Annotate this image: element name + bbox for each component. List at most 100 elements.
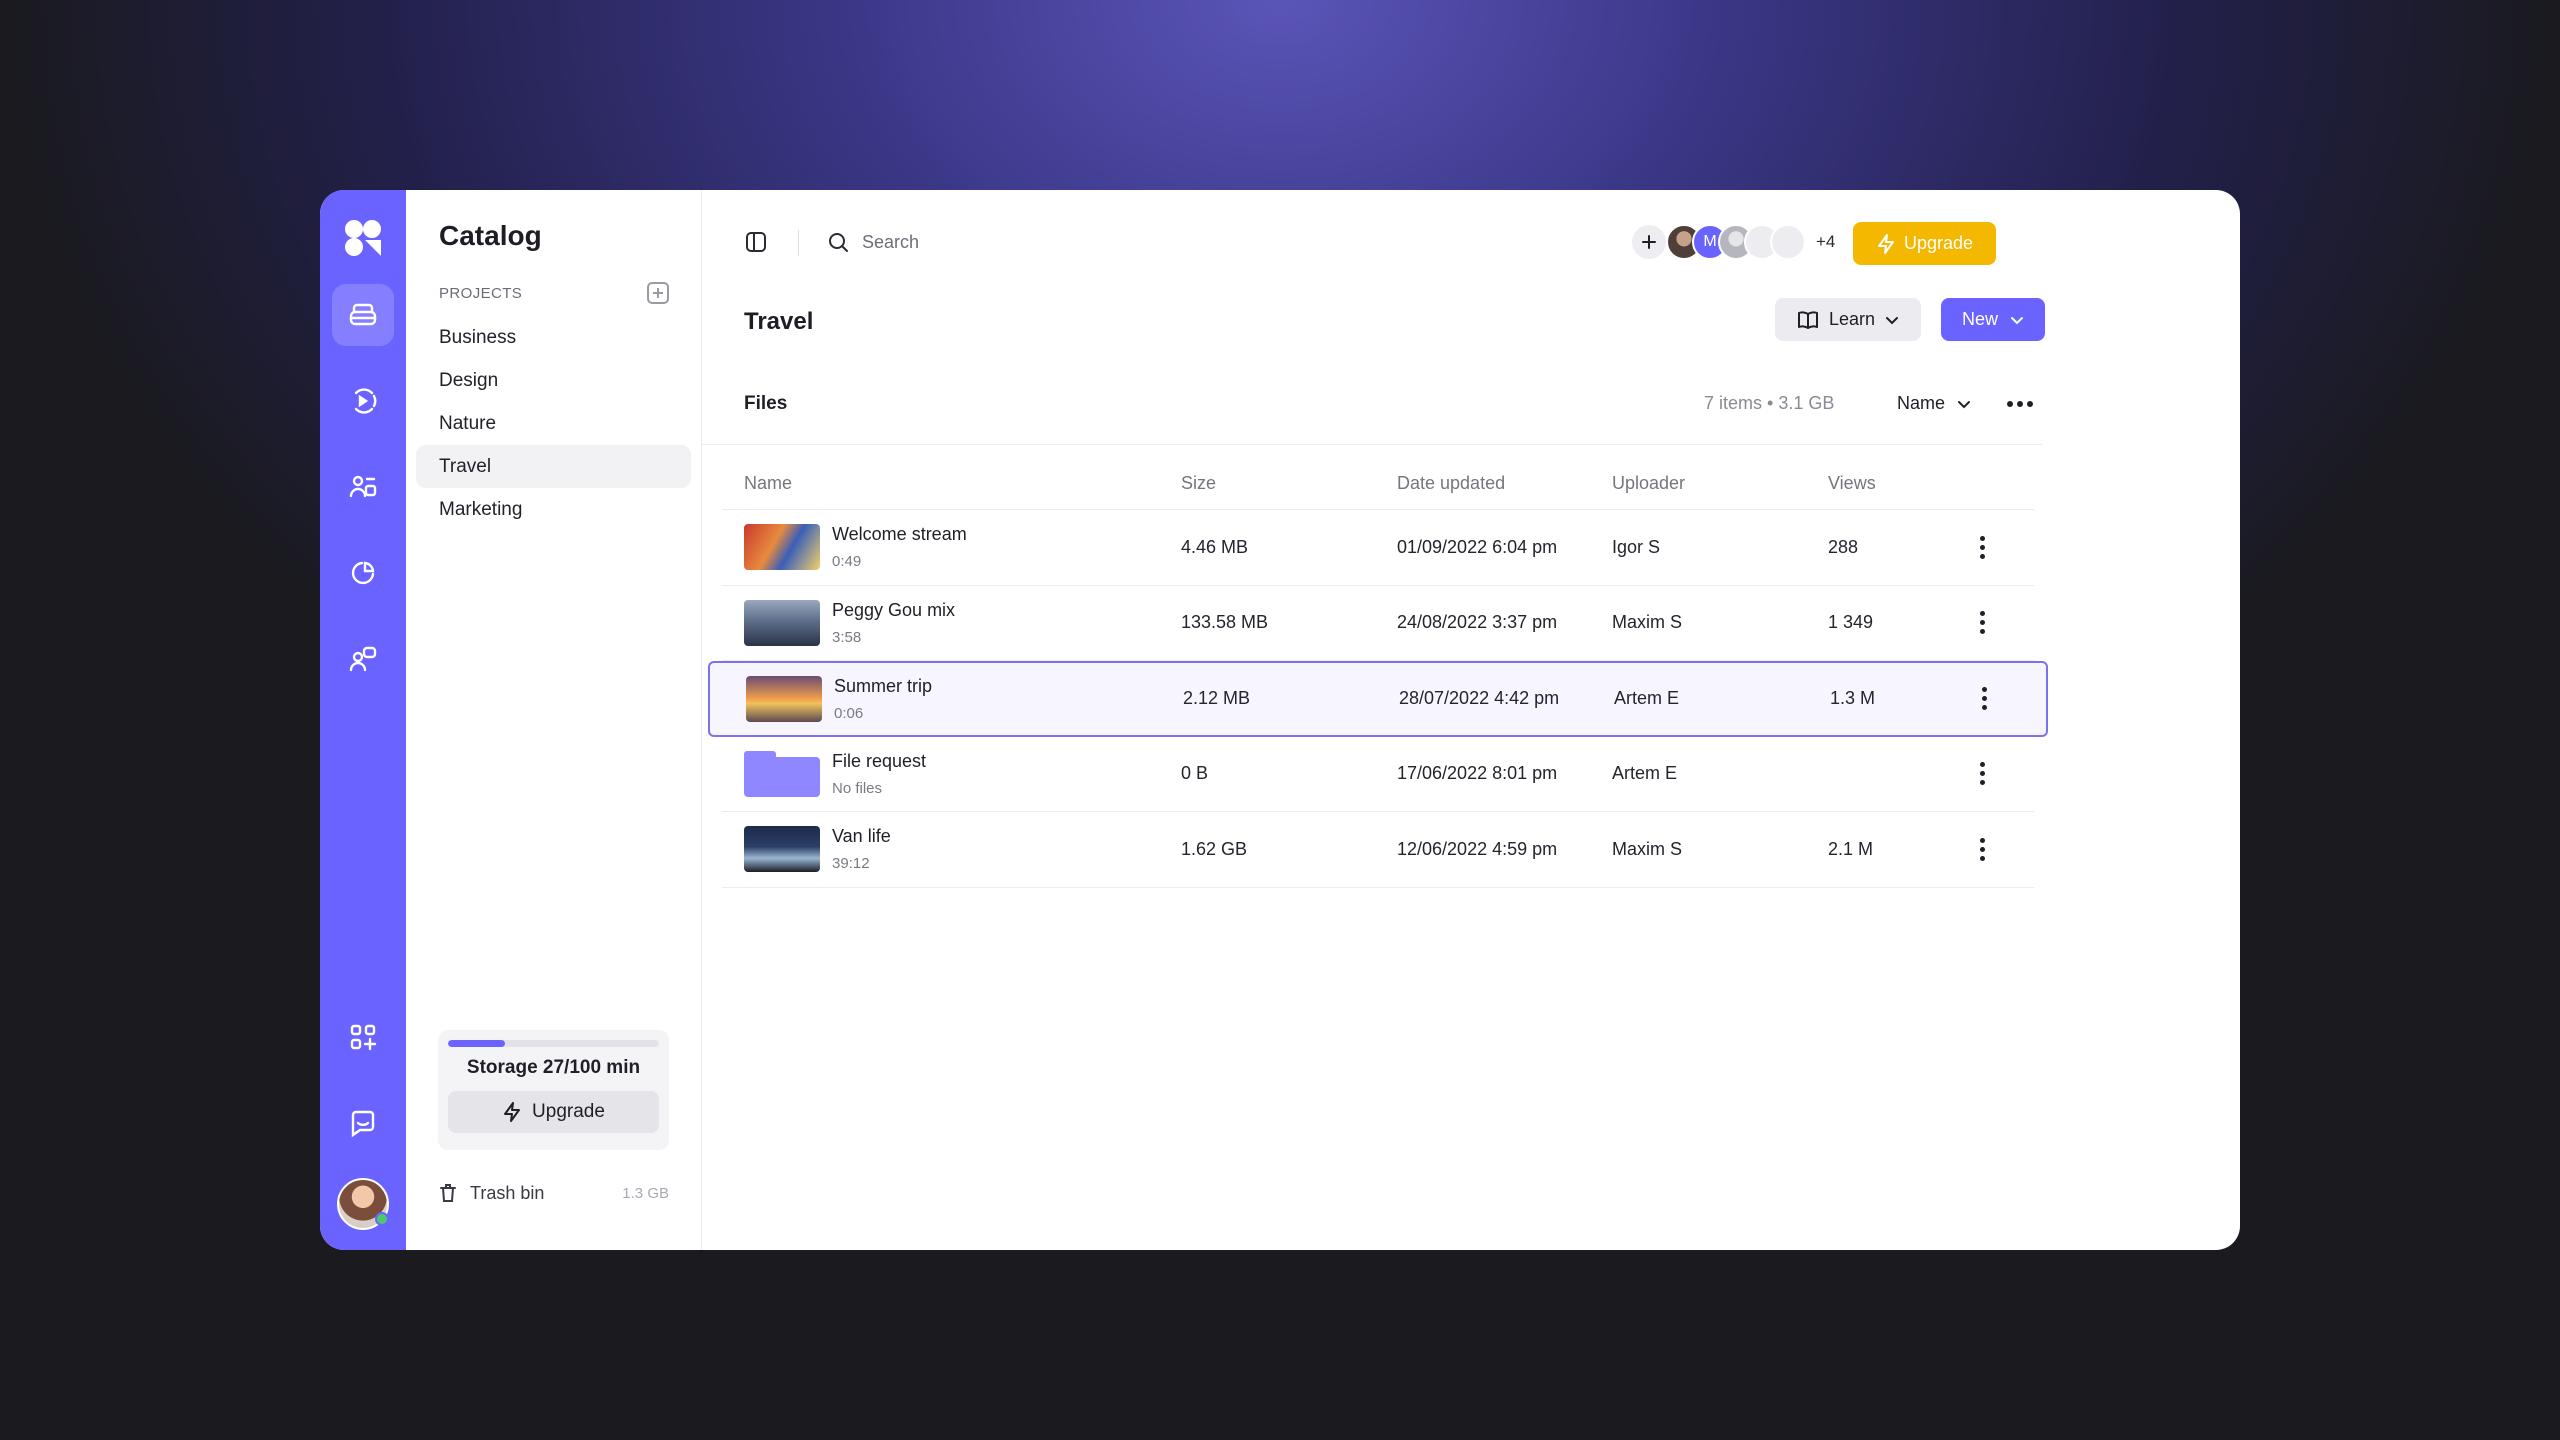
table-row-selected[interactable]: Summer trip 0:06 2.12 MB 28/07/2022 4:42 …	[708, 661, 2048, 737]
toolbar-divider	[702, 444, 2042, 445]
file-name-cell: File request No files	[744, 750, 926, 797]
row-menu-icon[interactable]	[1980, 837, 1985, 861]
collaborators-group[interactable]: M +4	[1632, 224, 1835, 260]
new-button[interactable]: New	[1941, 298, 2045, 341]
sidebar-item-design[interactable]: Design	[416, 359, 691, 402]
apps-grid-icon	[350, 1024, 377, 1051]
file-duration: No files	[832, 779, 883, 797]
file-uploader: Artem E	[1614, 688, 1680, 709]
file-size: 0 B	[1181, 763, 1209, 784]
analytics-nav-button[interactable]	[332, 542, 394, 604]
video-thumbnail	[744, 599, 820, 646]
messages-nav-button[interactable]	[332, 1092, 394, 1154]
sidebar-item-marketing[interactable]: Marketing	[416, 488, 691, 531]
video-thumbnail	[746, 675, 822, 722]
storage-upgrade-button[interactable]: Upgrade	[448, 1091, 659, 1133]
search-input[interactable]: Search	[862, 232, 919, 253]
chevron-down-icon	[1958, 400, 1971, 408]
collaborator-avatar[interactable]	[1770, 224, 1806, 260]
row-menu-icon[interactable]	[1980, 762, 1985, 786]
file-name-cell: Van life 39:12	[744, 826, 891, 873]
lightning-icon	[1877, 233, 1894, 254]
header-uploader[interactable]: Uploader	[1612, 473, 1685, 494]
search-icon	[829, 233, 848, 252]
files-meta: 7 items • 3.1 GB	[1704, 393, 1835, 413]
sidebar-title: Catalog	[439, 220, 542, 251]
lightning-icon	[504, 1102, 521, 1122]
folder-stack-icon	[349, 303, 377, 326]
row-menu-icon[interactable]	[1980, 611, 1985, 635]
row-menu-icon[interactable]	[1980, 535, 1985, 559]
new-label: New	[1961, 309, 1998, 329]
files-section-label: Files	[744, 393, 788, 414]
file-name-cell: Summer trip 0:06	[746, 675, 932, 722]
header-size[interactable]: Size	[1181, 473, 1216, 494]
file-size: 133.58 MB	[1181, 612, 1269, 633]
contacts-nav-button[interactable]	[332, 628, 394, 690]
file-name: Van life	[832, 826, 891, 847]
trash-bin-item[interactable]: Trash bin 1.3 GB	[438, 1182, 669, 1204]
broadcast-icon	[354, 388, 377, 414]
apps-nav-button[interactable]	[332, 1006, 394, 1068]
folder-icon	[744, 750, 820, 797]
file-date: 17/06/2022 8:01 pm	[1397, 763, 1558, 784]
broadcast-nav-button[interactable]	[332, 370, 394, 432]
file-name: Welcome stream	[832, 524, 967, 545]
topbar: Search M +4 Upgrade	[702, 190, 2240, 294]
storage-progress-bar	[448, 1040, 659, 1047]
header-views[interactable]: Views	[1828, 473, 1876, 494]
learn-button[interactable]: Learn	[1775, 298, 1921, 341]
trash-label: Trash bin	[470, 1182, 545, 1203]
video-thumbnail	[744, 524, 820, 571]
message-icon	[351, 1110, 375, 1138]
file-duration: 39:12	[832, 855, 870, 873]
online-status-dot	[375, 1212, 389, 1226]
team-nav-button[interactable]	[332, 456, 394, 518]
sidebar-toggle-icon[interactable]	[744, 230, 768, 254]
more-options-icon[interactable]	[2007, 401, 2033, 407]
sidebar-item-travel[interactable]: Travel	[416, 445, 691, 488]
file-duration: 0:06	[834, 704, 864, 722]
chevron-down-icon	[1886, 316, 1899, 324]
files-nav-button[interactable]	[332, 284, 394, 346]
project-sidebar: Catalog PROJECTS Business Design Nature …	[406, 190, 702, 1250]
table-row[interactable]: Peggy Gou mix 3:58 133.58 MB 24/08/2022 3…	[722, 586, 2034, 661]
collaborator-extra-count[interactable]: +4	[1816, 232, 1835, 252]
files-table: Name Size Date updated Uploader Views We…	[708, 458, 2048, 888]
header-name[interactable]: Name	[744, 473, 792, 494]
sidebar-item-nature[interactable]: Nature	[416, 402, 691, 445]
file-uploader: Artem E	[1612, 763, 1678, 784]
file-views: 1 349	[1828, 612, 1874, 633]
table-row[interactable]: File request No files 0 B 17/06/2022 8:01…	[722, 737, 2034, 812]
storage-label: Storage 27/100 min	[466, 1057, 641, 1078]
pie-chart-icon	[351, 561, 375, 585]
app-logo-icon[interactable]	[343, 218, 383, 258]
main-content: Search M +4 Upgrade Travel Learn New Fil…	[702, 190, 2240, 1250]
file-size: 4.46 MB	[1181, 536, 1249, 557]
file-views: 1.3 M	[1830, 688, 1876, 709]
file-date: 24/08/2022 3:37 pm	[1397, 612, 1558, 633]
chevron-down-icon	[2011, 316, 2023, 324]
add-collaborator-button[interactable]	[1632, 225, 1666, 259]
file-date: 01/09/2022 6:04 pm	[1397, 536, 1558, 557]
upgrade-button[interactable]: Upgrade	[1853, 222, 1996, 265]
file-uploader: Igor S	[1612, 536, 1661, 557]
file-name-cell: Welcome stream 0:49	[744, 524, 967, 571]
sidebar-item-business[interactable]: Business	[416, 316, 691, 359]
header-date[interactable]: Date updated	[1397, 473, 1505, 494]
trash-size: 1.3 GB	[622, 1184, 669, 1202]
table-row[interactable]: Van life 39:12 1.62 GB 12/06/2022 4:59 pm…	[722, 812, 2034, 888]
add-project-icon[interactable]	[647, 282, 669, 304]
file-uploader: Maxim S	[1612, 838, 1683, 859]
file-views: 2.1 M	[1828, 838, 1874, 859]
sort-dropdown[interactable]: Name	[1897, 393, 1971, 414]
user-avatar[interactable]	[337, 1178, 389, 1230]
files-toolbar: Files 7 items • 3.1 GB Name	[744, 393, 2044, 415]
search-bar[interactable]: Search	[826, 230, 919, 254]
app-window: Catalog PROJECTS Business Design Nature …	[320, 190, 2240, 1250]
row-menu-icon[interactable]	[1982, 687, 1987, 711]
storage-upgrade-label: Upgrade	[532, 1101, 605, 1122]
trash-icon	[440, 1184, 456, 1202]
table-row[interactable]: Welcome stream 0:49 4.46 MB 01/09/2022 6:…	[722, 510, 2034, 586]
topbar-divider	[798, 230, 799, 256]
